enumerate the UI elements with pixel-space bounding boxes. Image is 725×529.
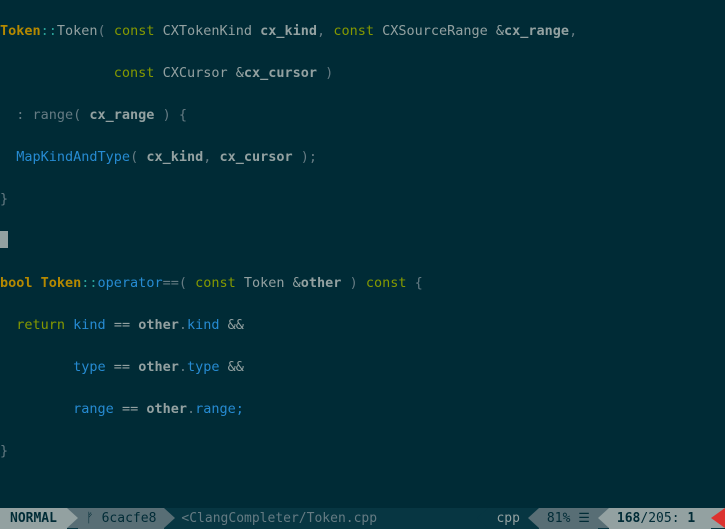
mode-indicator: NORMAL (0, 508, 67, 529)
code-line: const CXCursor &cx_cursor ) (0, 63, 725, 84)
code-line (0, 483, 725, 504)
separator-icon (164, 508, 175, 528)
separator-icon (528, 508, 539, 528)
branch-icon: ᚠ (86, 508, 94, 529)
code-line: range == other.range; (0, 399, 725, 420)
code-line: } (0, 441, 725, 462)
code-line: type == other.type && (0, 357, 725, 378)
code-line: MapKindAndType( cx_kind, cx_cursor ); (0, 147, 725, 168)
error-indicator-icon (711, 508, 725, 528)
lines-icon: ☰ (578, 508, 590, 529)
scroll-percent: 81% ☰ (539, 508, 598, 529)
cursor-icon (0, 231, 8, 248)
cursor-line (0, 231, 725, 252)
status-bar: NORMAL ᚠ 6cacfe8 <ClangCompleter/Token.c… (0, 508, 725, 529)
file-path: <ClangCompleter/Token.cpp (175, 508, 477, 529)
code-line: return kind == other.kind && (0, 315, 725, 336)
filetype: cpp (488, 508, 527, 529)
git-branch: ᚠ 6cacfe8 (78, 508, 164, 529)
cursor-position: 168/205 : 1 (609, 508, 711, 529)
branch-name: 6cacfe8 (102, 508, 157, 529)
code-line: bool Token::operator==( const Token &oth… (0, 273, 725, 294)
code-line: : range( cx_range ) { (0, 105, 725, 126)
code-editor[interactable]: Token::Token( const CXTokenKind cx_kind,… (0, 0, 725, 508)
separator-icon (67, 508, 78, 528)
separator-icon (598, 508, 609, 528)
code-line: Token::Token( const CXTokenKind cx_kind,… (0, 21, 725, 42)
separator-icon (477, 508, 488, 528)
code-line: } (0, 189, 725, 210)
